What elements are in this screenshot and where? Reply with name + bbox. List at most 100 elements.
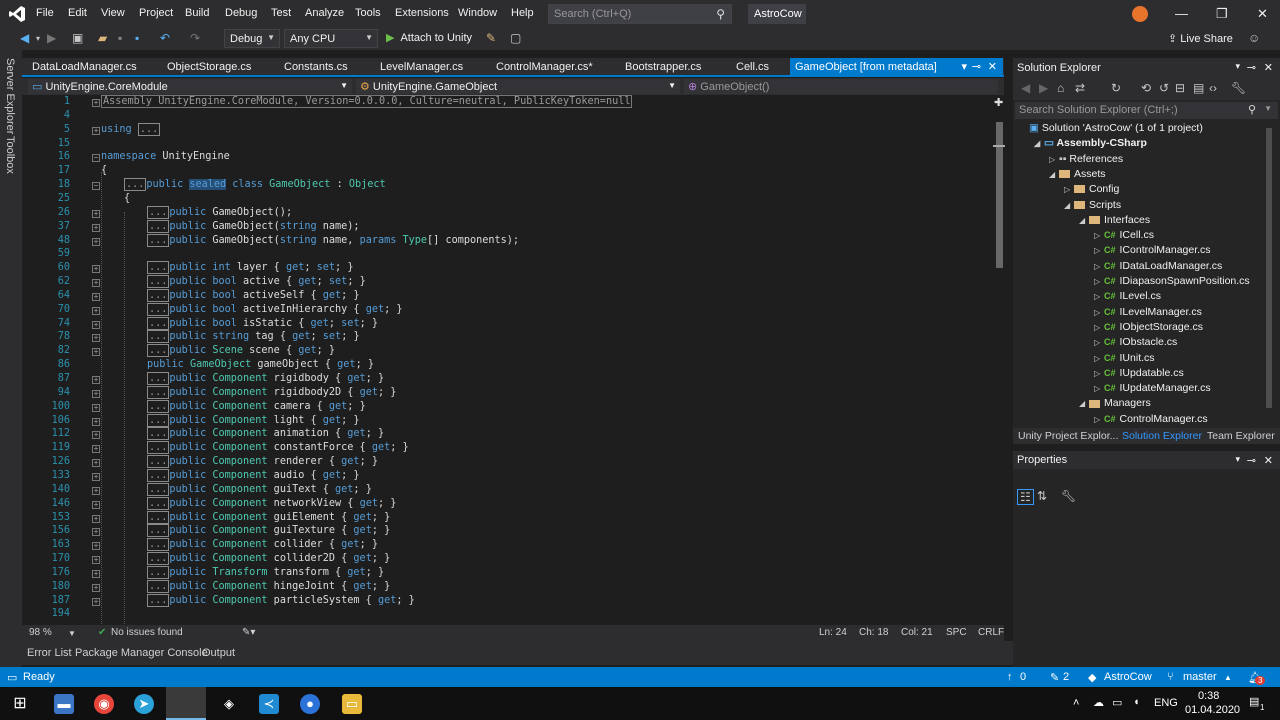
collapsed-region-marker[interactable]: ... xyxy=(147,344,170,358)
close-icon[interactable]: ✕ xyxy=(1257,6,1268,22)
properties-wrench-icon[interactable]: 🔧︎ xyxy=(1231,81,1246,95)
se-scrollbar[interactable] xyxy=(1263,120,1275,428)
unpushed-count[interactable]: 0 xyxy=(1020,671,1026,683)
expand-outline-icon[interactable]: + xyxy=(92,472,100,481)
action-center-icon[interactable]: ▤ xyxy=(1249,695,1259,708)
configuration-select[interactable]: Debug ▼ xyxy=(224,29,280,48)
switch-views-icon[interactable]: ⇄ xyxy=(1075,81,1085,95)
collapsed-region-marker[interactable]: ... xyxy=(147,482,170,496)
menu-file[interactable]: File xyxy=(36,7,54,19)
tab-package-manager-console[interactable]: Package Manager Console xyxy=(75,647,208,659)
collapsed-region-marker[interactable]: ... xyxy=(147,205,170,219)
tab-gameobject-metadata[interactable]: GameObject [from metadata] ▾ ⊸ ✕ xyxy=(790,58,1003,77)
chevron-down-icon[interactable]: ▼ xyxy=(68,629,76,638)
collapsed-region-marker[interactable]: ... xyxy=(147,385,170,399)
menu-debug[interactable]: Debug xyxy=(225,7,257,19)
tree-item[interactable]: ▷ C# IUpdateManager.cs xyxy=(1094,382,1211,394)
collapsed-region-marker[interactable]: ... xyxy=(147,593,170,607)
collapse-outline-icon[interactable]: − xyxy=(92,182,100,191)
save-all-icon[interactable]: ▪ xyxy=(135,31,139,45)
maximize-icon[interactable]: ❐ xyxy=(1216,6,1228,22)
member-select[interactable]: ⊕ GameObject() xyxy=(684,79,998,94)
view-code-icon[interactable]: ‹› xyxy=(1209,81,1217,95)
collapsed-region-marker[interactable]: ... xyxy=(147,261,170,275)
expanded-arrow-icon[interactable]: ◢ xyxy=(1079,216,1089,225)
collapsed-region-marker[interactable]: ... xyxy=(147,372,170,385)
forward-icon[interactable]: ▶ xyxy=(47,31,56,45)
tree-item[interactable]: ▷ C# ILevelManager.cs xyxy=(1094,306,1202,318)
expand-outline-icon[interactable]: + xyxy=(92,556,100,565)
refresh-icon[interactable]: ↺ xyxy=(1159,81,1169,95)
menu-test[interactable]: Test xyxy=(271,7,291,19)
collapsed-region-marker[interactable]: ... xyxy=(147,427,170,441)
app-icon[interactable]: ▬ xyxy=(54,694,74,714)
avatar[interactable] xyxy=(1132,6,1148,22)
server-explorer-tab[interactable]: Server Explorer xyxy=(4,58,16,134)
expand-outline-icon[interactable]: + xyxy=(92,126,100,135)
expanded-arrow-icon[interactable]: ◢ xyxy=(1049,170,1059,179)
expand-outline-icon[interactable]: + xyxy=(92,292,100,301)
menu-tools[interactable]: Tools xyxy=(355,7,381,19)
collapsed-region-marker[interactable]: ... xyxy=(147,399,170,413)
se-scrollbar-thumb[interactable] xyxy=(1266,128,1272,408)
expand-outline-icon[interactable]: + xyxy=(92,279,100,288)
expand-outline-icon[interactable]: + xyxy=(92,348,100,357)
clock-date[interactable]: 01.04.2020 xyxy=(1185,704,1240,716)
windows-start-icon[interactable]: ⊞ xyxy=(10,694,30,714)
open-file-icon[interactable]: ▰ xyxy=(98,31,107,45)
collapsed-region-marker[interactable]: ... xyxy=(147,330,170,344)
close-icon[interactable]: ✕ xyxy=(1264,61,1273,74)
collapsed-arrow-icon[interactable]: ▷ xyxy=(1094,384,1104,393)
collapsed-region-marker[interactable]: ... xyxy=(147,288,170,302)
tab-bootstrapper[interactable]: Bootstrapper.cs xyxy=(625,61,701,73)
chevron-down-icon[interactable]: ▼ xyxy=(1264,104,1272,113)
split-icon[interactable]: ✚ xyxy=(994,96,1003,109)
tree-item[interactable]: ▷ C# ILevel.cs xyxy=(1094,290,1161,302)
collapsed-arrow-icon[interactable]: ▷ xyxy=(1094,292,1104,301)
collapsed-arrow-icon[interactable]: ▷ xyxy=(1094,323,1104,332)
telegram-icon[interactable]: ➤ xyxy=(134,694,154,714)
home-icon[interactable]: ⌂ xyxy=(1057,81,1064,95)
close-icon[interactable]: ✕ xyxy=(1264,454,1273,467)
tab-constants[interactable]: Constants.cs xyxy=(284,61,348,73)
collapsed-arrow-icon[interactable]: ▷ xyxy=(1049,155,1059,164)
collapsed-region-marker[interactable]: ... xyxy=(147,510,170,524)
forward-icon[interactable]: ▶ xyxy=(1039,81,1048,95)
tree-item[interactable]: ▷ Config xyxy=(1064,183,1119,195)
collapsed-region-marker[interactable]: ... xyxy=(147,233,170,247)
chevron-down-icon[interactable]: ▾ xyxy=(961,60,967,73)
collapsed-arrow-icon[interactable]: ▷ xyxy=(1094,277,1104,286)
tree-item[interactable]: ◢ Interfaces xyxy=(1079,214,1150,226)
property-pages-icon[interactable]: 🔧︎ xyxy=(1061,489,1076,503)
tree-item[interactable]: ◢ Scripts xyxy=(1064,199,1121,211)
collapse-all-icon[interactable]: ⊟ xyxy=(1175,81,1185,95)
tool-icon[interactable]: ✎ xyxy=(486,31,496,45)
issues-status[interactable]: No issues found xyxy=(111,627,183,638)
attach-to-unity-button[interactable]: ▶ Attach to Unity xyxy=(386,31,472,44)
scrollbar-thumb[interactable] xyxy=(996,122,1003,268)
tree-item[interactable]: ◢ Assets xyxy=(1049,168,1106,180)
expand-outline-icon[interactable]: + xyxy=(92,306,100,315)
tab-cell[interactable]: Cell.cs xyxy=(736,61,769,73)
branch-name[interactable]: master xyxy=(1183,671,1217,683)
expand-outline-icon[interactable]: + xyxy=(92,597,100,606)
expand-outline-icon[interactable]: + xyxy=(92,583,100,592)
search-box[interactable]: Search (Ctrl+Q) ⚲ xyxy=(548,4,732,24)
tree-item[interactable]: ▷ C# ControlManager.cs xyxy=(1094,413,1208,425)
tree-item[interactable]: ▷ C# IObstacle.cs xyxy=(1094,336,1177,348)
tree-item[interactable]: ▷ ▪▪ References xyxy=(1049,153,1123,165)
back-dropdown-icon[interactable]: ▾ xyxy=(36,34,40,43)
redo-icon[interactable]: ↷ xyxy=(190,31,200,45)
toolbox-tab[interactable]: Toolbox xyxy=(4,136,16,174)
tab-output[interactable]: Output xyxy=(202,647,235,659)
tree-item[interactable]: ◢ Managers xyxy=(1079,397,1151,409)
chevron-up-icon[interactable]: ▲ xyxy=(1224,673,1232,682)
search-icon[interactable]: ⚲ xyxy=(1248,103,1256,116)
collapse-outline-icon[interactable]: − xyxy=(92,154,100,163)
sync-icon[interactable]: ⟲ xyxy=(1141,81,1151,95)
tree-item[interactable]: ▷ C# IObjectStorage.cs xyxy=(1094,321,1203,333)
pencil-icon[interactable]: ✎ xyxy=(1050,671,1059,684)
pin-icon[interactable]: ⊸ xyxy=(972,60,981,73)
arrow-up-icon[interactable]: ↑ xyxy=(1007,671,1013,683)
solution-explorer-search[interactable]: Search Solution Explorer (Ctrl+;) ⚲ ▼ xyxy=(1015,102,1278,119)
